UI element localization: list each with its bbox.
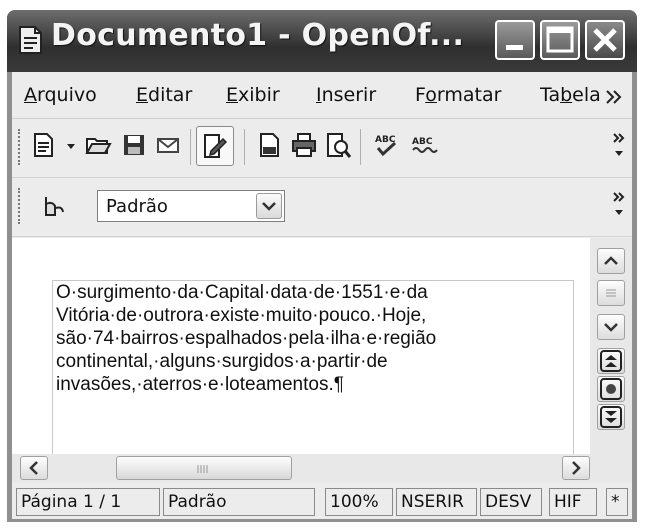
scroll-right-button[interactable] [562, 456, 590, 480]
menu-inserir[interactable]: Inserir [316, 84, 376, 106]
menu-editar[interactable]: Editar [136, 84, 192, 106]
menu-formatar[interactable]: Formatar [415, 84, 501, 106]
menu-bar: Arquivo Editar Exibir Inserir Formatar T… [12, 72, 632, 119]
text-line: são·74·bairros·espalhados·pela·ilha·e·re… [56, 328, 437, 349]
grip-lines-icon [606, 289, 616, 297]
status-modified: * [606, 488, 628, 516]
text-line: continental,·alguns·surgidos·a·partir·de [56, 351, 388, 372]
status-insert-mode[interactable]: NSERIR [396, 488, 477, 516]
scroll-left-icon [29, 461, 38, 475]
standard-toolbar: ABC ABC [12, 119, 632, 178]
scroll-down-button[interactable] [597, 314, 625, 340]
scroll-right-icon [572, 461, 581, 475]
edit-file-button[interactable] [196, 126, 234, 166]
writer-app-icon [19, 26, 42, 54]
page-preview-icon[interactable] [324, 131, 352, 159]
toolbar-separator [244, 129, 245, 165]
previous-page-button[interactable] [597, 348, 625, 374]
document-area[interactable]: O·surgimento·da·Capital·data·de·1551·e·d… [12, 238, 590, 461]
scroll-down-icon [604, 323, 618, 332]
maximize-button[interactable] [540, 20, 580, 60]
status-selection-mode[interactable]: DESV [480, 488, 542, 516]
save-icon[interactable] [120, 131, 148, 159]
open-folder-icon[interactable] [84, 131, 112, 159]
scroll-left-button[interactable] [20, 456, 48, 480]
edit-file-icon [204, 134, 228, 158]
new-document-icon[interactable] [30, 131, 58, 159]
spellcheck-icon[interactable]: ABC [372, 131, 400, 159]
navigator-button[interactable] [597, 376, 625, 402]
document-text[interactable]: O·surgimento·da·Capital·data·de·1551·e·d… [56, 281, 556, 396]
svg-text:ABC: ABC [412, 137, 433, 147]
toolbar-separator [360, 129, 361, 165]
grip-lines-icon [197, 465, 208, 473]
status-bar: Página 1 / 1 Padrão 100% NSERIR DESV HIF… [12, 485, 632, 519]
status-style[interactable]: Padrão [163, 488, 315, 516]
page: O·surgimento·da·Capital·data·de·1551·e·d… [52, 280, 574, 461]
application-window: Documento1 - OpenOf... Arquivo Editar Ex… [7, 10, 637, 522]
menu-tabela[interactable]: Tabela [540, 84, 602, 106]
status-page[interactable]: Página 1 / 1 [16, 488, 160, 516]
minimize-button[interactable] [495, 20, 535, 60]
styles-formatting-icon[interactable] [38, 192, 66, 220]
status-zoom[interactable]: 100% [325, 488, 393, 516]
export-pdf-icon[interactable] [256, 131, 284, 159]
toolbar-overflow-icon[interactable] [612, 190, 626, 220]
combo-dropdown-icon [262, 202, 276, 211]
next-page-icon [600, 406, 622, 428]
title-bar[interactable]: Documento1 - OpenOf... [7, 10, 637, 72]
window-frame: Arquivo Editar Exibir Inserir Formatar T… [12, 72, 632, 519]
toolbar-separator [190, 129, 191, 165]
paragraph-style-combo[interactable]: Padrão [97, 190, 285, 222]
scroll-thumb-vertical[interactable] [597, 280, 625, 306]
combo-dropdown-button[interactable] [256, 193, 282, 219]
minimize-icon [506, 45, 523, 50]
paragraph-style-value: Padrão [106, 196, 168, 217]
dropdown-arrow-icon[interactable] [64, 131, 78, 159]
print-icon[interactable] [290, 131, 318, 159]
close-icon [593, 28, 617, 52]
window-title: Documento1 - OpenOf... [51, 18, 465, 53]
close-button[interactable] [585, 20, 625, 60]
scroll-thumb-horizontal[interactable] [116, 456, 292, 480]
vertical-scrollbar[interactable] [590, 238, 632, 454]
scroll-up-icon [604, 256, 618, 265]
next-page-button[interactable] [597, 404, 625, 430]
toolbar-grip[interactable] [18, 188, 23, 224]
text-line: invasões,·aterros·e·loteamentos.¶ [56, 374, 344, 395]
menu-arquivo[interactable]: Arquivo [24, 84, 97, 106]
autospellcheck-icon[interactable]: ABC [410, 131, 438, 159]
menu-overflow-icon[interactable] [604, 88, 624, 106]
formatting-toolbar: Padrão [12, 178, 632, 237]
toolbar-grip[interactable] [18, 129, 23, 165]
horizontal-scrollbar[interactable] [12, 454, 632, 482]
previous-page-icon [600, 350, 622, 372]
scroll-up-button[interactable] [597, 248, 625, 274]
navigator-icon [600, 378, 622, 400]
menu-exibir[interactable]: Exibir [226, 84, 280, 106]
text-line: Vitória·de·outrora·existe·muito·pouco.·H… [56, 305, 427, 326]
status-hyphenation[interactable]: HIF [549, 488, 597, 516]
maximize-icon [546, 26, 574, 53]
toolbar-overflow-icon[interactable] [612, 131, 626, 161]
text-line: O·surgimento·da·Capital·data·de·1551·e·d… [56, 282, 428, 303]
email-icon[interactable] [154, 131, 182, 159]
